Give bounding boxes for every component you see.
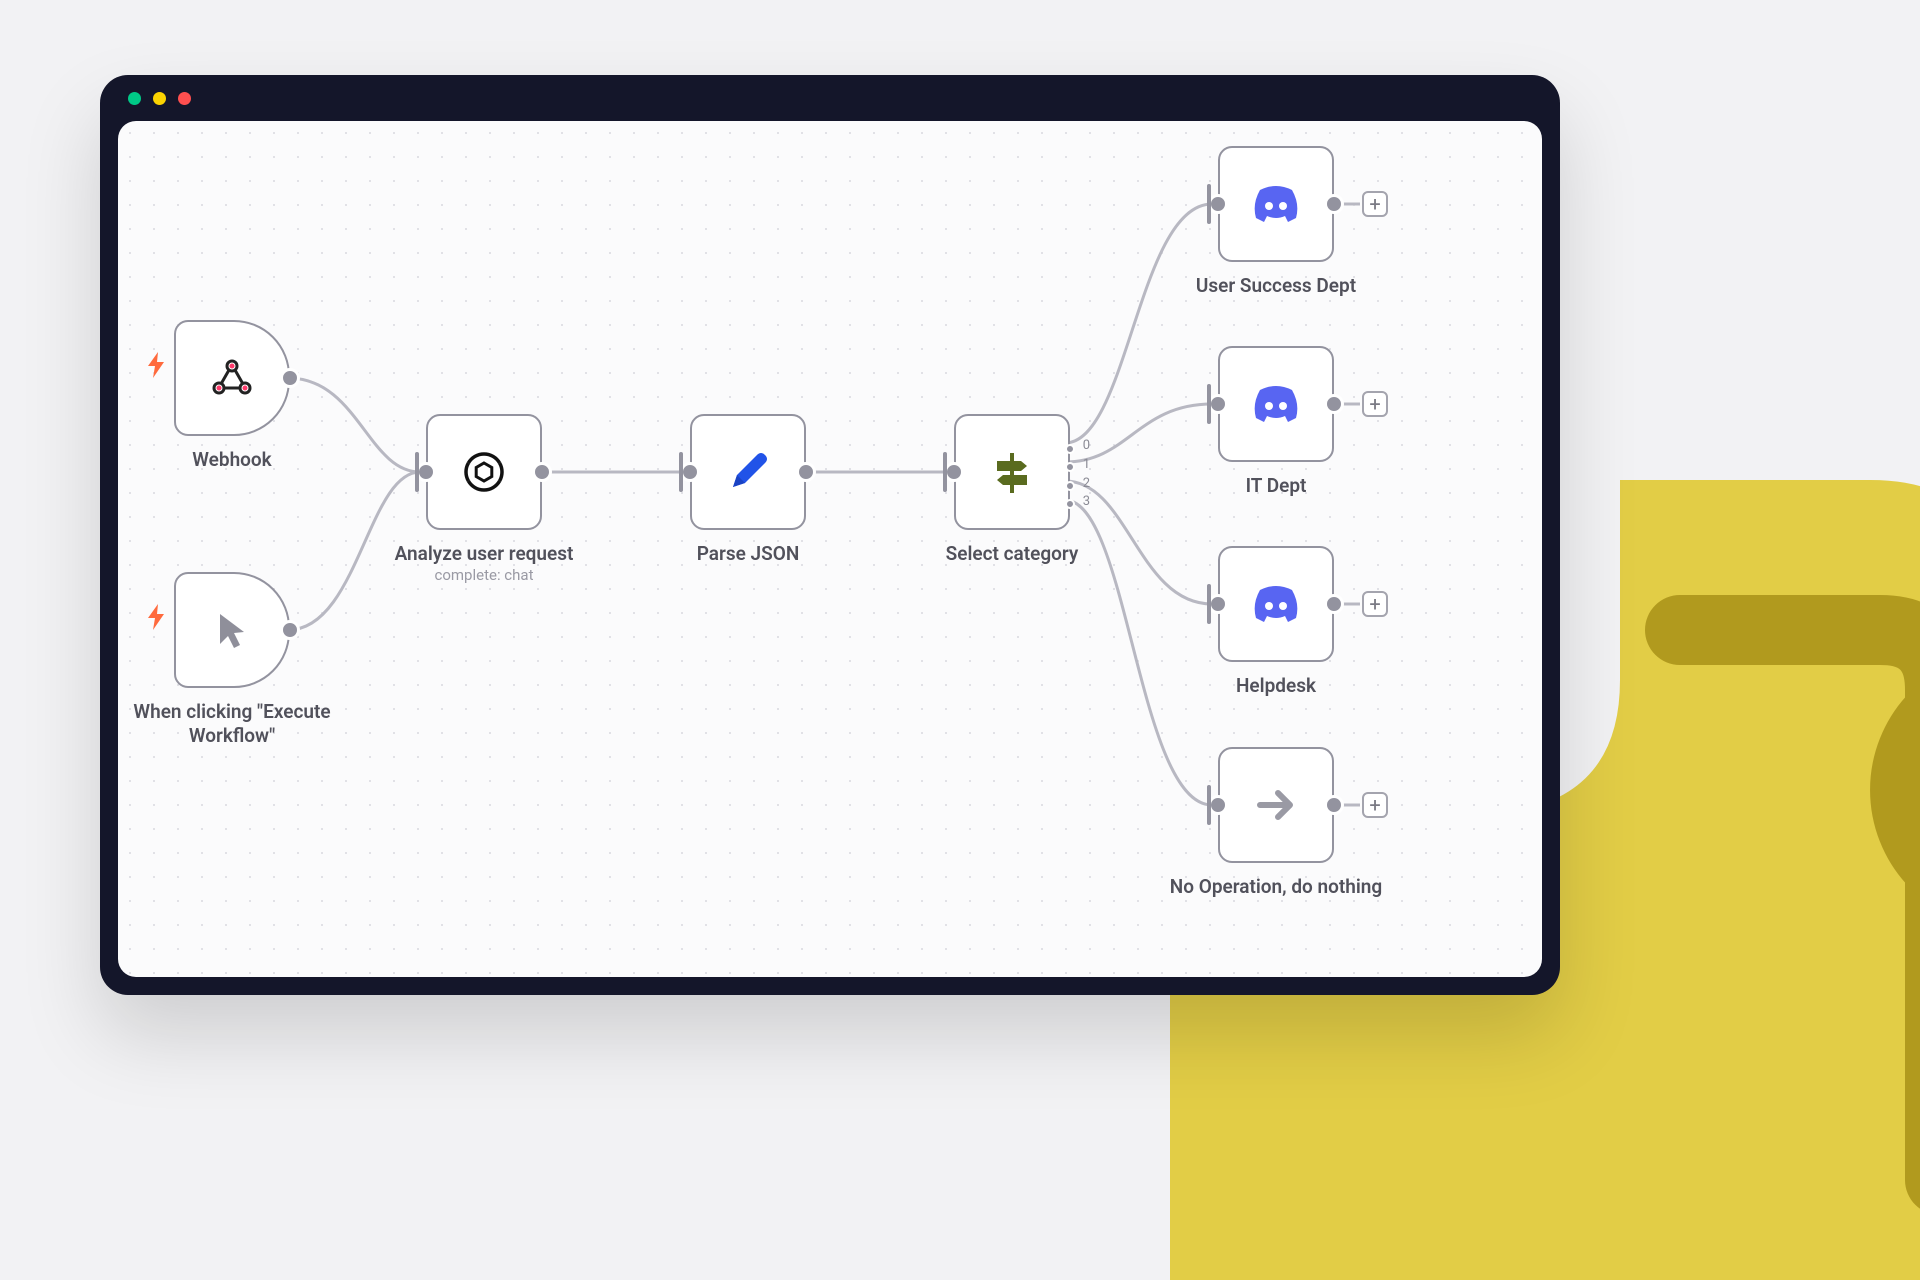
trigger-bolt-icon xyxy=(146,352,166,384)
node-select-category[interactable]: 0 1 2 3 Select category xyxy=(954,414,1070,530)
port-in[interactable] xyxy=(944,462,964,482)
window-dot-yellow[interactable] xyxy=(153,92,166,105)
port-out[interactable] xyxy=(280,368,300,388)
cursor-icon xyxy=(205,603,259,657)
trigger-bolt-icon xyxy=(146,604,166,636)
node-label: When clicking "Execute Workflow" xyxy=(122,700,342,748)
port-out[interactable] xyxy=(796,462,816,482)
port-out-1[interactable] xyxy=(1065,462,1075,472)
port-in[interactable] xyxy=(1208,394,1228,414)
port-out[interactable] xyxy=(1324,194,1344,214)
node-label: Helpdesk xyxy=(1166,674,1386,698)
port-in[interactable] xyxy=(680,462,700,482)
plus-icon: + xyxy=(1369,192,1380,216)
node-manual-trigger[interactable]: When clicking "Execute Workflow" xyxy=(174,572,290,688)
port-in[interactable] xyxy=(1208,594,1228,614)
port-out[interactable] xyxy=(1324,795,1344,815)
add-node-button[interactable]: + xyxy=(1362,391,1388,417)
port-in[interactable] xyxy=(1208,795,1228,815)
node-it-dept[interactable]: IT Dept xyxy=(1218,346,1334,462)
node-noop[interactable]: No Operation, do nothing xyxy=(1218,747,1334,863)
window-dot-red[interactable] xyxy=(178,92,191,105)
signpost-icon xyxy=(985,445,1039,499)
discord-icon xyxy=(1249,177,1303,231)
pencil-icon xyxy=(721,445,775,499)
openai-icon xyxy=(457,445,511,499)
node-label: Parse JSON xyxy=(638,542,858,566)
workflow-canvas[interactable]: Webhook When clicking "Execute Workflow" xyxy=(118,121,1542,977)
window-dot-green[interactable] xyxy=(128,92,141,105)
node-label: Webhook xyxy=(122,448,342,472)
port-out[interactable] xyxy=(532,462,552,482)
node-user-success[interactable]: User Success Dept xyxy=(1218,146,1334,262)
node-helpdesk[interactable]: Helpdesk xyxy=(1218,546,1334,662)
node-parse-json[interactable]: Parse JSON xyxy=(690,414,806,530)
branch-label-0: 0 xyxy=(1083,438,1090,453)
port-in[interactable] xyxy=(416,462,436,482)
port-out-0[interactable] xyxy=(1065,444,1075,454)
discord-icon xyxy=(1249,377,1303,431)
node-sublabel: complete: chat xyxy=(374,566,594,584)
plus-icon: + xyxy=(1369,592,1380,616)
add-node-button[interactable]: + xyxy=(1362,191,1388,217)
port-out-2[interactable] xyxy=(1065,481,1075,491)
node-webhook[interactable]: Webhook xyxy=(174,320,290,436)
port-out-3[interactable] xyxy=(1065,499,1075,509)
port-out[interactable] xyxy=(1324,394,1344,414)
port-in[interactable] xyxy=(1208,194,1228,214)
app-window: Webhook When clicking "Execute Workflow" xyxy=(100,75,1560,995)
node-label: Analyze user request xyxy=(374,542,594,566)
window-title-bar xyxy=(100,75,1560,121)
discord-icon xyxy=(1249,577,1303,631)
branch-label-2: 2 xyxy=(1083,476,1090,491)
port-out[interactable] xyxy=(280,620,300,640)
branch-label-1: 1 xyxy=(1083,457,1090,472)
webhook-icon xyxy=(205,351,259,405)
port-out[interactable] xyxy=(1324,594,1344,614)
add-node-button[interactable]: + xyxy=(1362,792,1388,818)
node-analyze[interactable]: Analyze user request complete: chat xyxy=(426,414,542,530)
plus-icon: + xyxy=(1369,392,1380,416)
node-label: No Operation, do nothing xyxy=(1166,875,1386,899)
plus-icon: + xyxy=(1369,793,1380,817)
node-label: IT Dept xyxy=(1166,474,1386,498)
add-node-button[interactable]: + xyxy=(1362,591,1388,617)
branch-label-3: 3 xyxy=(1083,494,1090,509)
arrow-right-icon xyxy=(1249,778,1303,832)
node-label: User Success Dept xyxy=(1166,274,1386,298)
node-label: Select category xyxy=(902,542,1122,566)
